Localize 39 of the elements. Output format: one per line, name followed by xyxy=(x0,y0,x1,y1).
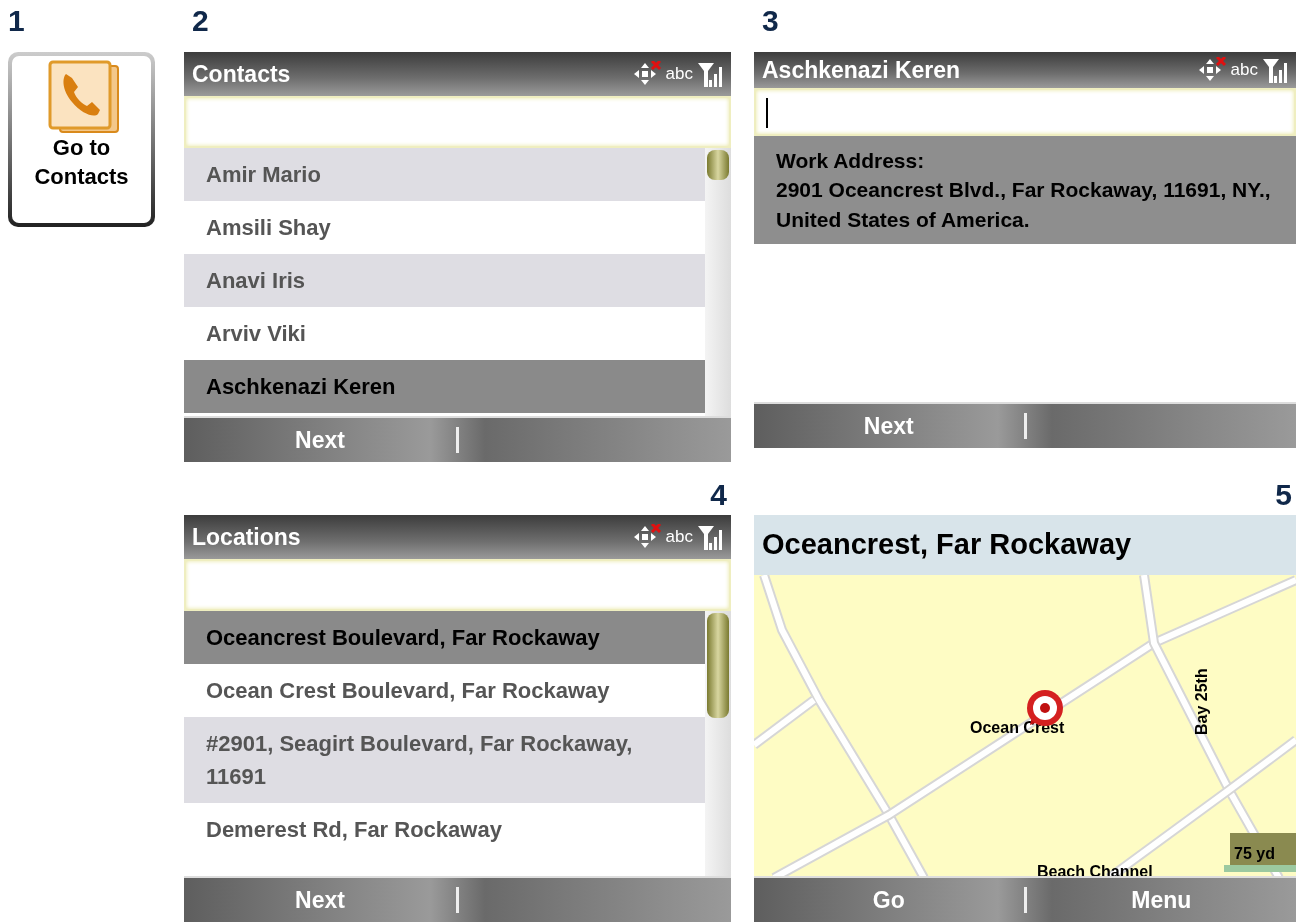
step-number: 2 xyxy=(191,3,210,39)
screen-title: Locations xyxy=(192,522,302,552)
list-item[interactable]: #2901, Seagirt Boulevard, Far Rockaway, 11691 xyxy=(184,717,705,803)
screen-title: Oceancrest, Far Rockaway xyxy=(762,527,1132,563)
signal-strength-icon xyxy=(697,523,723,551)
search-field[interactable] xyxy=(184,559,731,611)
softkey[interactable]: Next xyxy=(754,408,1024,444)
scroll-thumb[interactable] xyxy=(707,613,729,718)
screen-title: Aschkenazi Keren xyxy=(762,55,962,85)
scrollbar[interactable] xyxy=(705,611,731,876)
softkey[interactable]: Menu xyxy=(1026,882,1296,918)
street-label: Bay 25th xyxy=(1193,668,1210,735)
step-number: 4 xyxy=(709,477,728,513)
step-number: 5 xyxy=(1274,477,1293,513)
signal-strength-icon xyxy=(697,60,723,88)
step-number: 1 xyxy=(7,3,26,39)
list-item[interactable]: Aschkenazi Keren xyxy=(184,360,705,413)
scrollbar[interactable] xyxy=(705,148,731,416)
go-to-contacts-button[interactable]: Go to Contacts xyxy=(8,52,155,227)
scroll-thumb[interactable] xyxy=(707,150,729,180)
step-number: 3 xyxy=(761,3,780,39)
address-label: Work Address: xyxy=(776,148,926,174)
softkey[interactable]: Next xyxy=(184,882,456,918)
search-field[interactable] xyxy=(184,96,731,148)
signal-strength-icon xyxy=(1262,56,1288,84)
input-mode-label: abc xyxy=(665,63,693,86)
text-cursor xyxy=(766,98,768,128)
scale-label: 75 yd xyxy=(1234,845,1275,862)
address-text: 2901 Oceancrest Blvd., Far Rockaway, 11691, NY., United States of America. xyxy=(776,177,1272,233)
text-input-field[interactable] xyxy=(754,88,1296,136)
list-item[interactable]: Anavi Iris xyxy=(184,254,705,307)
list-item[interactable]: Amir Mario xyxy=(184,148,705,201)
input-mode-label: abc xyxy=(665,526,693,549)
list-item[interactable]: Oceancrest Boulevard, Far Rockaway xyxy=(184,611,705,664)
scale-bar xyxy=(1224,865,1296,872)
screen-title: Contacts xyxy=(192,59,292,89)
input-mode-label: abc xyxy=(1230,59,1258,82)
softkey[interactable]: Next xyxy=(184,422,456,458)
softkey[interactable]: Go xyxy=(754,882,1024,918)
